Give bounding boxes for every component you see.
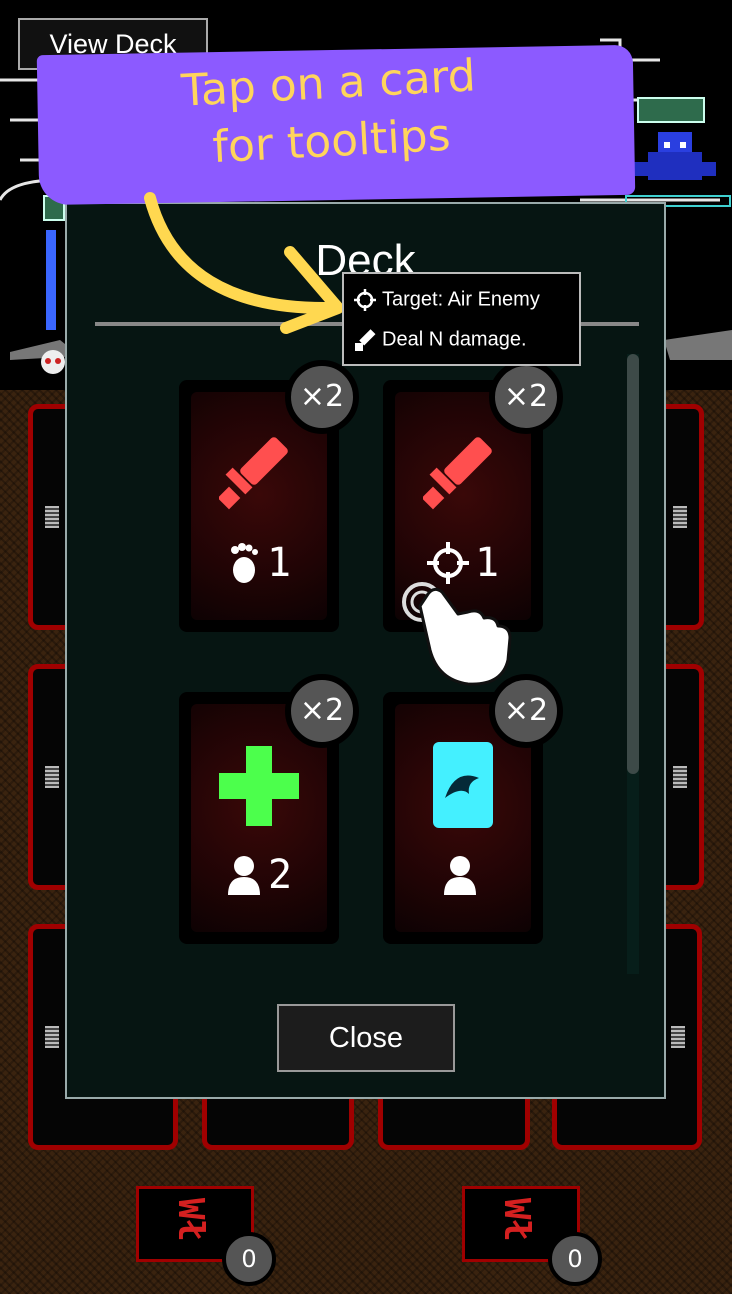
quantity-badge: ×2 — [285, 360, 359, 434]
sword-icon — [423, 437, 492, 510]
card-cost: 1 — [395, 538, 531, 586]
hint-banner-text: Tap on a card for tooltips — [97, 43, 562, 183]
wave-card-icon — [433, 742, 493, 828]
skull-icon — [41, 350, 65, 374]
quantity-badge: ×2 — [285, 674, 359, 748]
tap-hand-icon — [402, 582, 512, 686]
air-enemy-sprite[interactable] — [630, 122, 720, 192]
sword-icon — [355, 328, 376, 351]
card-tooltip: Target: Air Enemy Deal N damage. — [342, 272, 581, 366]
tooltip-effect-row: Deal N damage. — [354, 324, 527, 354]
card-cost — [395, 850, 531, 898]
person-icon — [444, 856, 476, 895]
tooltip-effect-text: Deal N damage. — [382, 328, 527, 351]
person-icon — [227, 856, 260, 895]
crosshair-icon — [354, 288, 376, 311]
scroll-thumb[interactable] — [627, 354, 639, 774]
deck-scrollbar[interactable] — [627, 354, 639, 974]
card-cost: 2 — [191, 850, 327, 898]
slot-count-badge: 0 — [548, 1232, 602, 1286]
cost-value: 1 — [266, 540, 292, 586]
close-button[interactable]: Close — [277, 1004, 455, 1072]
crosshair-icon — [426, 542, 469, 584]
tooltip-target-text: Target: Air Enemy — [382, 288, 540, 311]
plus-icon — [219, 746, 299, 826]
tooltip-target-row: Target: Air Enemy — [354, 284, 540, 314]
slot-card-glyph: Wł — [496, 1197, 538, 1242]
cost-value: 2 — [267, 852, 293, 898]
slot-count-badge: 0 — [222, 1232, 276, 1286]
sword-icon — [219, 437, 288, 510]
card-cost: 1 — [191, 538, 327, 586]
slot-card-glyph: Wł — [170, 1197, 212, 1242]
footprint-icon — [230, 543, 258, 583]
quantity-badge: ×2 — [489, 360, 563, 434]
